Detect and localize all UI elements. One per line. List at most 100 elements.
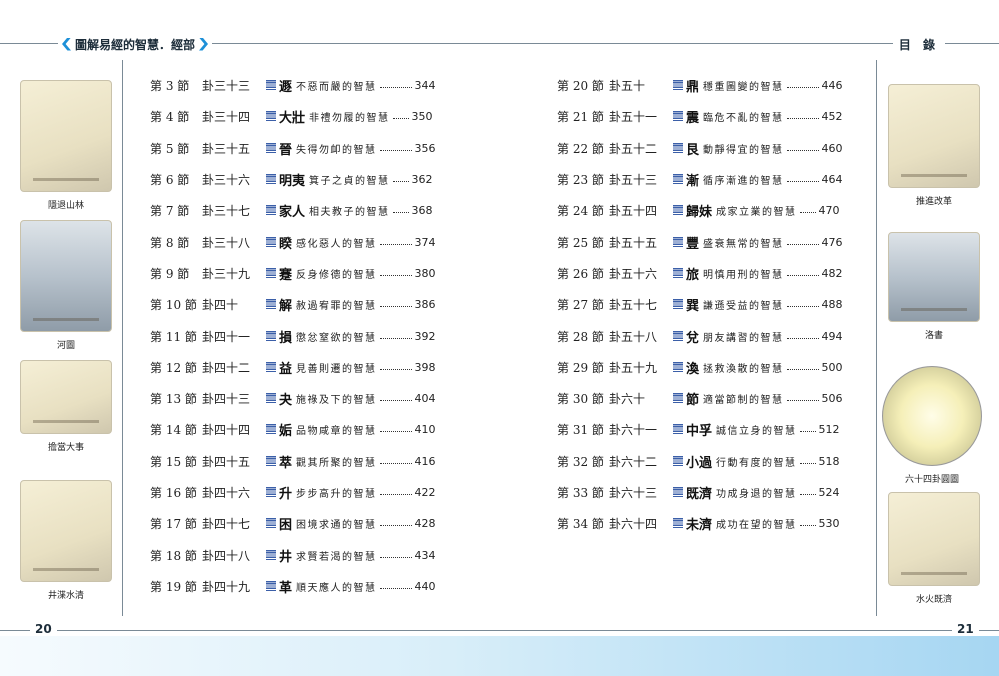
- toc-section-number: 第 9 節: [150, 266, 190, 281]
- toc-section-number: 第 28 節: [557, 329, 604, 344]
- toc-entry[interactable]: 第 18 節卦四十八 井求賢若渴的智慧 434: [150, 539, 441, 570]
- toc-entry[interactable]: 第 27 節卦五十七 巽謙遜受益的智慧 488: [557, 289, 848, 320]
- hexagram-icon: [266, 80, 276, 92]
- toc-section-number: 第 29 節: [557, 360, 604, 375]
- toc-entry[interactable]: 第 5 節卦三十五 晉失得勿卹的智慧 356: [150, 133, 441, 164]
- toc-page-number: 494: [821, 329, 843, 343]
- toc-hexagram-number: 卦四十一: [202, 329, 251, 344]
- toc-entry[interactable]: 第 9 節卦三十九 蹇反身修德的智慧 380: [150, 258, 441, 289]
- toc-hexagram-number: 卦四十: [202, 298, 239, 313]
- toc-hexagram-number: 卦三十四: [202, 110, 251, 125]
- toc-page-number: 524: [818, 486, 840, 499]
- toc-entry[interactable]: 第 7 節卦三十七 家人 相夫教子的智慧 368: [150, 195, 441, 226]
- hexagram-icon: [673, 518, 683, 530]
- hexagram-icon: [266, 174, 276, 186]
- toc-entry[interactable]: 第 25 節卦五十五 豐盛衰無常的智慧 476: [557, 226, 848, 257]
- toc-entry[interactable]: 第 19 節卦四十九 革順天應人的智慧 440: [150, 571, 441, 602]
- toc-entry[interactable]: 第 30 節卦六十 節適當節制的智慧 506: [557, 383, 848, 414]
- toc-leader-dots: [799, 212, 816, 214]
- hexagram-icon: [673, 80, 683, 92]
- toc-section-number: 第 30 節: [557, 392, 604, 407]
- toc-entry[interactable]: 第 10 節卦四十 解赦過宥罪的智慧 386: [150, 289, 441, 320]
- toc-entry[interactable]: 第 15 節卦四十五 萃觀其所聚的智慧 416: [150, 446, 441, 477]
- hexagram-icon: [673, 267, 683, 279]
- toc-entry[interactable]: 第 16 節卦四十六 升步步高升的智慧 422: [150, 477, 441, 508]
- toc-hexagram-name: 艮: [686, 142, 700, 158]
- toc-hexagram-number: 卦四十四: [202, 423, 251, 438]
- toc-section-number: 第 26 節: [557, 266, 604, 281]
- toc-chapter-title: 步步高升的智慧: [296, 489, 377, 500]
- toc-leader-dots: [786, 118, 819, 120]
- toc-section-number: 第 3 節: [150, 79, 190, 94]
- toc-hexagram-name: 晉: [279, 142, 293, 158]
- toc-entry[interactable]: 第 31 節卦六十一 中孚 誠信立身的智慧 512: [557, 414, 848, 445]
- toc-entry[interactable]: 第 22 節卦五十二 艮動靜得宜的智慧 460: [557, 133, 848, 164]
- hexagram-icon: [266, 424, 276, 436]
- toc-page-number: 512: [818, 423, 840, 437]
- illustration-image: [888, 232, 980, 322]
- toc-chapter-title: 見善則遷的智慧: [296, 363, 377, 375]
- toc-entry[interactable]: 第 23 節卦五十三 漸循序漸進的智慧 464: [557, 164, 848, 195]
- side-figure: 水火既濟: [884, 492, 984, 605]
- toc-entry[interactable]: 第 21 節卦五十一 震臨危不亂的智慧 452: [557, 101, 848, 132]
- figure-caption: 水火既濟: [915, 595, 952, 605]
- hexagram-icon: [673, 424, 683, 436]
- toc-column-left: 第 3 節卦三十三 遯不惡而嚴的智慧 344 第 4 節卦三十四 大壯 非禮勿履的智慧 35…: [150, 70, 441, 602]
- toc-section-number: 第 21 節: [557, 110, 604, 125]
- toc-entry[interactable]: 第 14 節卦四十四 姤品物咸章的智慧 410: [150, 414, 441, 445]
- toc-entry[interactable]: 第 4 節卦三十四 大壯 非禮勿履的智慧 350: [150, 101, 441, 132]
- toc-entry[interactable]: 第 12 節卦四十二 益見善則遷的智慧 398: [150, 352, 441, 383]
- figure-caption: 隱退山林: [47, 201, 84, 211]
- toc-section-number: 第 25 節: [557, 235, 604, 250]
- toc-section-number: 第 15 節: [150, 454, 197, 469]
- toc-entry[interactable]: 第 28 節卦五十八 兌朋友講習的智慧 494: [557, 320, 848, 351]
- toc-section-number: 第 12 節: [150, 360, 197, 375]
- toc-leader-dots: [786, 368, 819, 370]
- toc-entry[interactable]: 第 11 節卦四十一 損懲忿窒欲的智慧 392: [150, 320, 441, 351]
- toc-entry[interactable]: 第 26 節卦五十六 旅明慎用刑的智慧 482: [557, 258, 848, 289]
- toc-hexagram-name: 益: [279, 361, 293, 377]
- toc-entry[interactable]: 第 20 節卦五十 鼎穩重圖變的智慧 446: [557, 70, 848, 101]
- toc-hexagram-name: 困: [279, 518, 293, 534]
- toc-page-number: 356: [414, 141, 436, 155]
- hexagram-icon: [673, 174, 683, 186]
- toc-section-number: 第 24 節: [557, 204, 604, 219]
- toc-leader-dots: [379, 556, 412, 558]
- toc-page-number: 452: [821, 110, 843, 124]
- toc-entry[interactable]: 第 8 節卦三十八 睽感化惡人的智慧 374: [150, 226, 441, 257]
- chevron-right-icon: [199, 37, 209, 51]
- toc-entry[interactable]: 第 33 節卦六十三 既濟 功成身退的智慧 524: [557, 477, 848, 508]
- toc-entry[interactable]: 第 17 節卦四十七 困困境求通的智慧 428: [150, 508, 441, 539]
- toc-hexagram-name: 萃: [279, 455, 293, 471]
- toc-entry[interactable]: 第 3 節卦三十三 遯不惡而嚴的智慧 344: [150, 70, 441, 101]
- toc-hexagram-number: 卦四十三: [202, 392, 251, 407]
- toc-hexagram-name: 小過: [686, 455, 713, 471]
- toc-chapter-title: 循序漸進的智慧: [703, 176, 784, 188]
- toc-chapter-title: 朋友講習的智慧: [703, 332, 784, 344]
- toc-hexagram-number: 卦六十二: [609, 454, 658, 469]
- toc-leader-dots: [379, 431, 412, 433]
- toc-page-number: 460: [821, 141, 843, 155]
- toc-hexagram-name: 兌: [686, 330, 700, 346]
- toc-entry[interactable]: 第 29 節卦五十九 渙拯救渙散的智慧 500: [557, 352, 848, 383]
- page-number-right: 21: [952, 622, 979, 636]
- toc-leader-dots: [799, 462, 816, 464]
- toc-hexagram-number: 卦三十九: [202, 266, 251, 281]
- toc-entry[interactable]: 第 24 節卦五十四 歸妹 成家立業的智慧 470: [557, 195, 848, 226]
- hexagram-icon: [266, 455, 276, 467]
- toc-chapter-title: 適當節制的智慧: [703, 395, 784, 407]
- toc-entry[interactable]: 第 34 節卦六十四 未濟 成功在望的智慧 530: [557, 508, 848, 539]
- toc-leader-dots: [786, 337, 819, 339]
- toc-entry[interactable]: 第 32 節卦六十二 小過 行動有度的智慧 518: [557, 446, 848, 477]
- toc-chapter-title: 赦過宥罪的智慧: [296, 301, 377, 313]
- side-figure: 井渫水清: [16, 480, 116, 601]
- toc-page-number: 380: [414, 266, 436, 280]
- toc-hexagram-number: 卦四十九: [202, 579, 251, 594]
- toc-page-number: 392: [414, 329, 436, 343]
- toc-entry[interactable]: 第 13 節卦四十三 夬施祿及下的智慧 404: [150, 383, 441, 414]
- toc-entry[interactable]: 第 6 節卦三十六 明夷 箕子之貞的智慧 362: [150, 164, 441, 195]
- toc-leader-dots: [786, 243, 819, 245]
- toc-chapter-title: 成功在望的智慧: [716, 520, 797, 532]
- toc-page-number: 446: [821, 79, 843, 93]
- toc-page-number: 506: [821, 392, 843, 406]
